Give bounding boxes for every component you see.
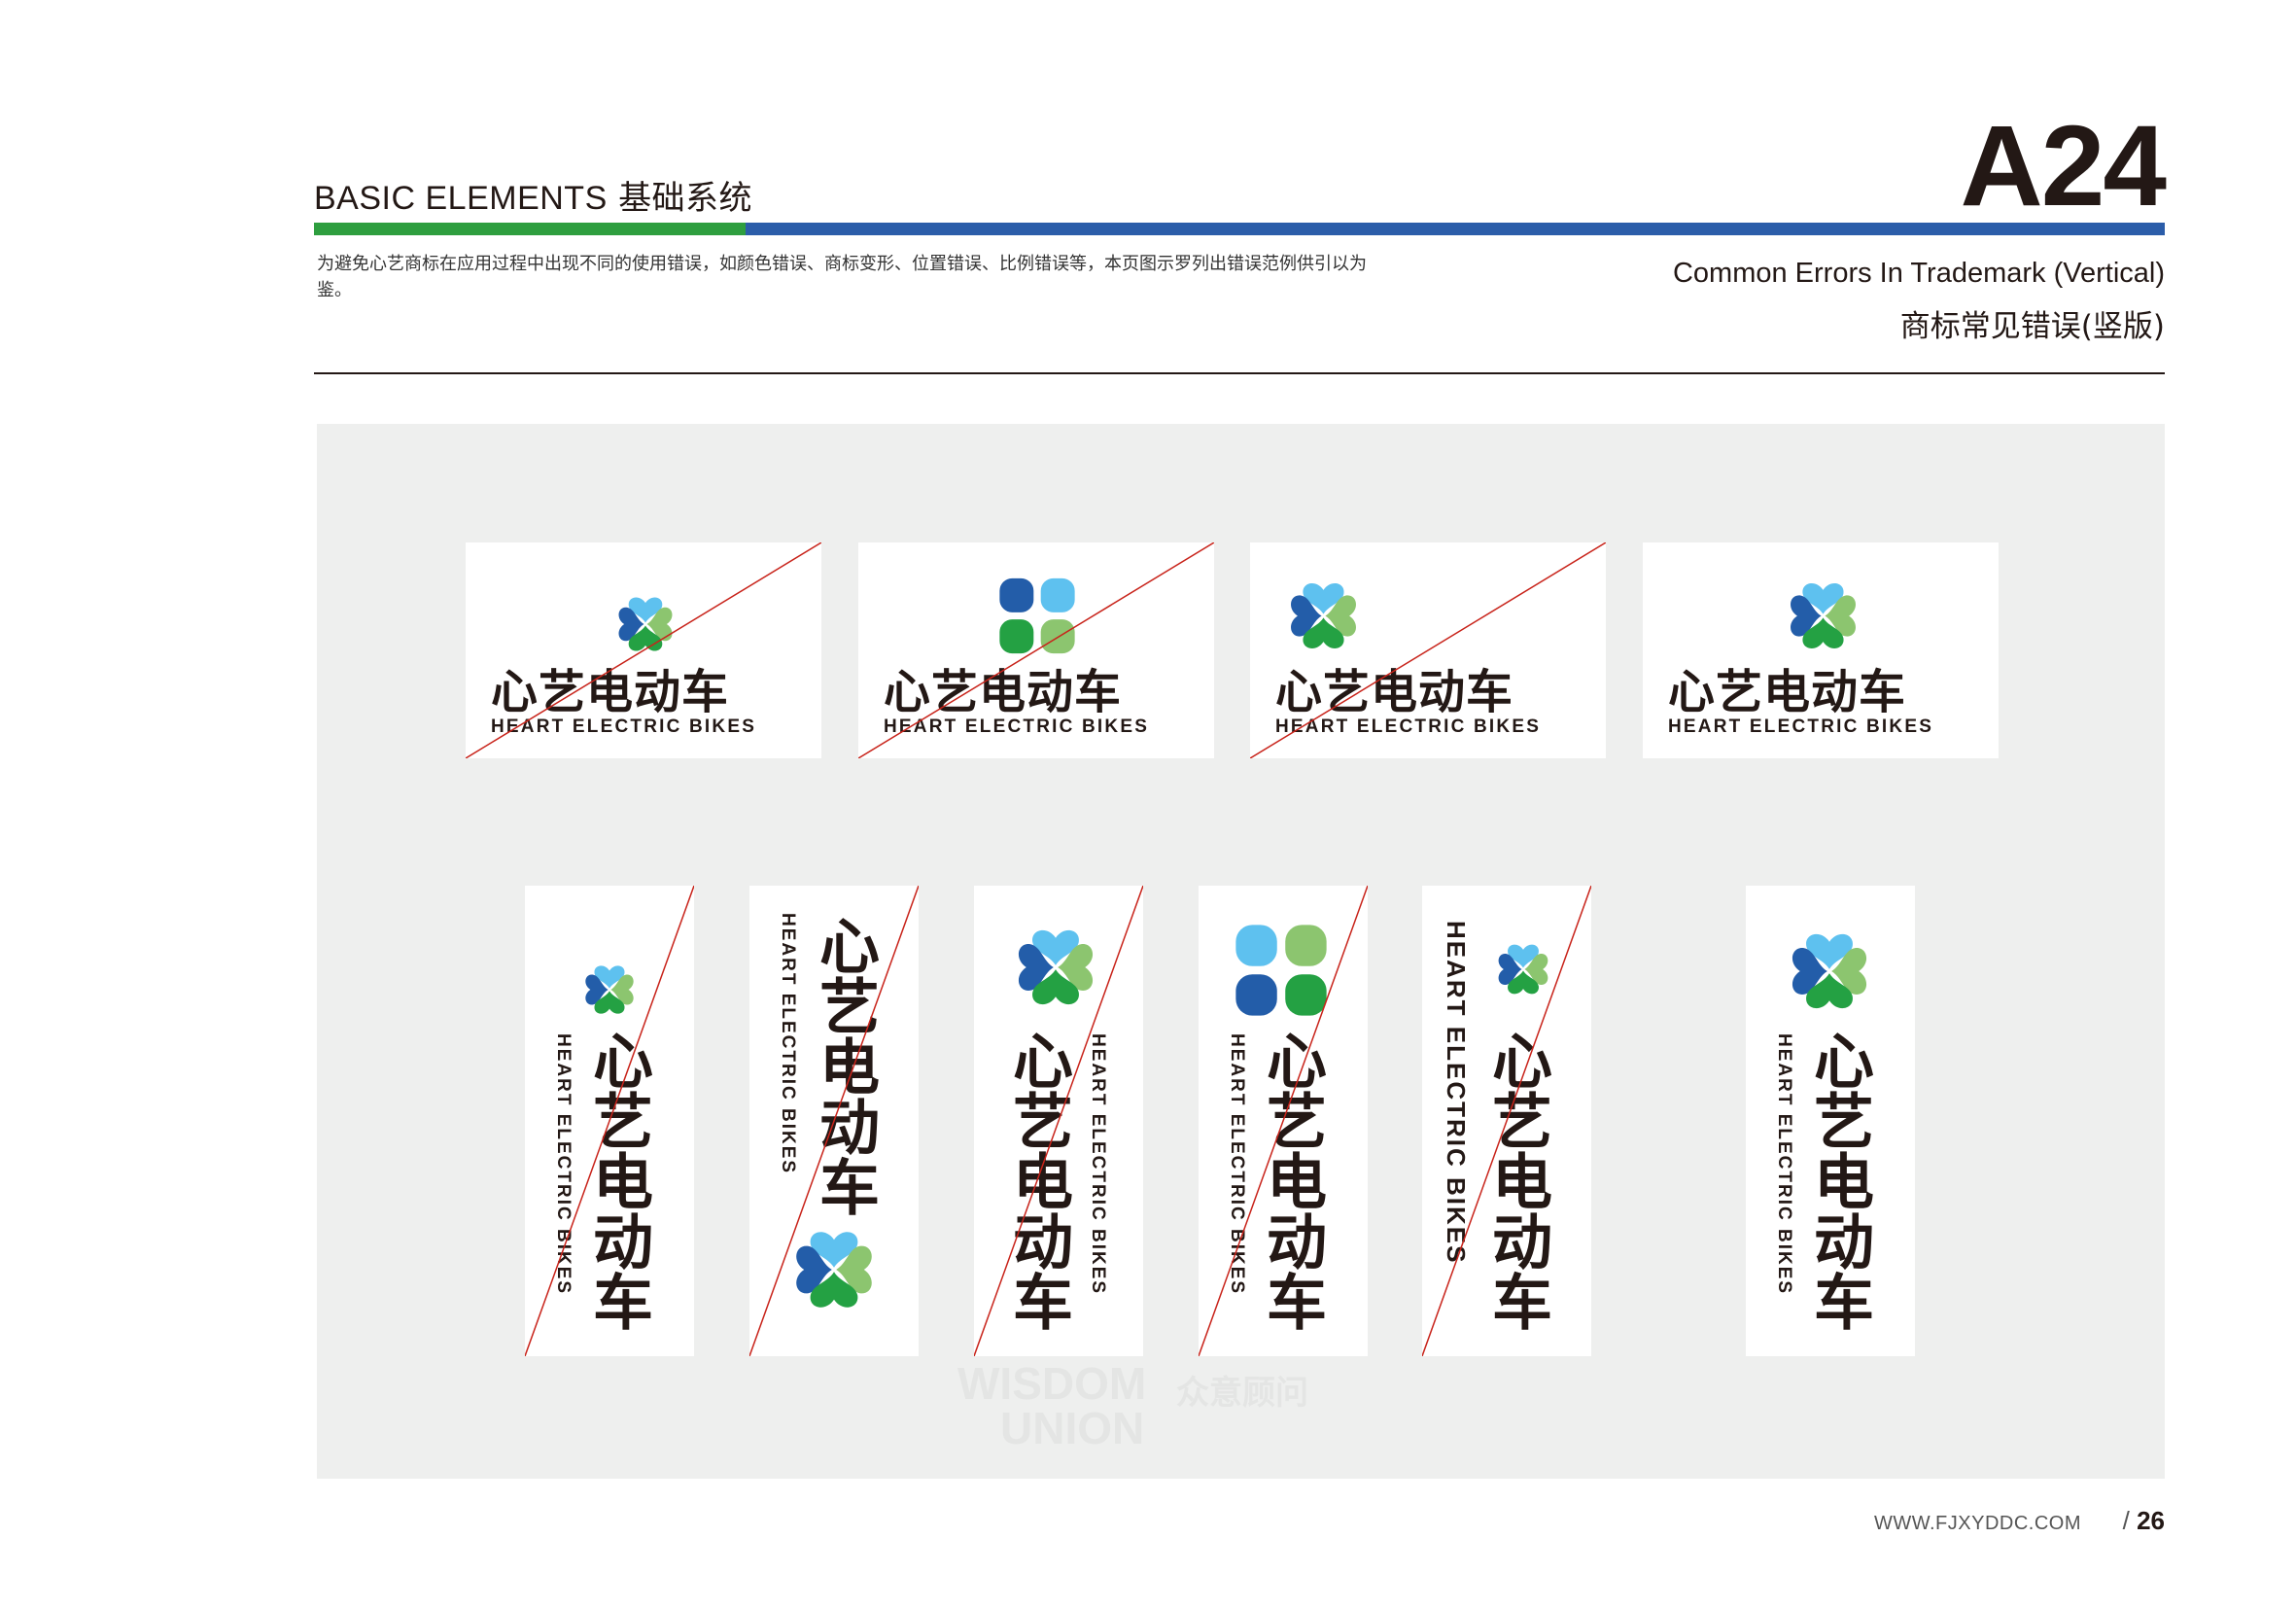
error-card-deformed: 心艺电动车 HEART ELECTRIC BIKES <box>858 542 1214 758</box>
logo-name-en: HEART ELECTRIC BIKES <box>1088 1033 1108 1296</box>
logo-name-en: HEART ELECTRIC BIKES <box>1442 921 1471 1265</box>
logo-name-en: HEART ELECTRIC BIKES <box>1275 717 1542 737</box>
header-bar-green <box>314 223 746 235</box>
logo-name-zh: 心艺电动车 <box>582 1030 653 1331</box>
error-card-v-text-side: 心艺电动车 HEART ELECTRIC BIKES <box>974 886 1143 1356</box>
logo-name-zh: 心艺电动车 <box>1668 665 1907 719</box>
error-card-position: 心艺电动车 HEART ELECTRIC BIKES <box>1250 542 1606 758</box>
clover-icon <box>575 956 644 1024</box>
section-title-zh: 商标常见错误(竖版) <box>1899 309 2165 344</box>
error-card-v-position: 心艺电动车 HEART ELECTRIC BIKES <box>749 886 919 1356</box>
footer-url: WWW.FJXYDDC.COM <box>1873 1513 2081 1534</box>
logo-name-en: HEART ELECTRIC BIKES <box>778 913 798 1175</box>
logo-name-en: HEART ELECTRIC BIKES <box>1774 1033 1794 1296</box>
clover-icon <box>1777 570 1869 662</box>
logo-name-zh: 心艺电动车 <box>1275 665 1514 719</box>
intro-description: 为避免心艺商标在应用过程中出现不同的使用错误，如颜色错误、商标变形、位置错误、比… <box>317 254 1367 300</box>
logo-name-zh: 心艺电动车 <box>884 665 1123 719</box>
error-card-v-ratio: 心艺电动车 HEART ELECTRIC BIKES <box>525 886 694 1356</box>
watermark-en: WISDOM UNION <box>957 1358 1147 1453</box>
section-title-en: Common Errors In Trademark (Vertical) <box>1672 258 2165 289</box>
error-card-v-deformed: 心艺电动车 HEART ELECTRIC BIKES <box>1199 886 1368 1356</box>
logo-name-zh: 心艺电动车 <box>809 915 880 1216</box>
correct-card-horizontal: 心艺电动车 HEART ELECTRIC BIKES <box>1643 542 1999 758</box>
clover-icon <box>1003 915 1108 1020</box>
logo-name-en: HEART ELECTRIC BIKES <box>1668 717 1934 737</box>
logo-name-en: HEART ELECTRIC BIKES <box>1227 1033 1247 1296</box>
clover-icon <box>781 1216 887 1323</box>
clover-icon <box>608 586 683 662</box>
header-title: BASIC ELEMENTS 基础系统 <box>314 179 753 218</box>
correct-card-vertical: 心艺电动车 HEART ELECTRIC BIKES <box>1746 886 1915 1356</box>
clover-icon <box>1488 934 1558 1004</box>
logo-name-zh: 心艺电动车 <box>1481 1030 1552 1331</box>
error-card-color: 心艺电动车 HEART ELECTRIC BIKES <box>466 542 821 758</box>
header-bar-blue <box>746 223 2165 235</box>
logo-name-en: HEART ELECTRIC BIKES <box>553 1033 574 1296</box>
page-number: / 26 <box>2122 1506 2165 1535</box>
logo-name-zh: 心艺电动车 <box>1002 1030 1073 1331</box>
clover-icon <box>1277 570 1370 662</box>
clover-icon <box>992 570 1082 662</box>
logo-name-zh: 心艺电动车 <box>1256 1030 1327 1331</box>
logo-name-zh: 心艺电动车 <box>1803 1030 1874 1331</box>
header-divider <box>314 372 2165 374</box>
clover-icon <box>1230 919 1333 1022</box>
logo-name-en: HEART ELECTRIC BIKES <box>491 717 757 737</box>
logo-name-zh: 心艺电动车 <box>491 665 730 719</box>
page-code: A24 <box>1960 102 2167 230</box>
error-card-v-text-size: 心艺电动车 HEART ELECTRIC BIKES <box>1422 886 1591 1356</box>
logo-name-en: HEART ELECTRIC BIKES <box>884 717 1150 737</box>
clover-icon <box>1777 919 1882 1024</box>
watermark-zh: 众意顾问 <box>1176 1374 1308 1413</box>
